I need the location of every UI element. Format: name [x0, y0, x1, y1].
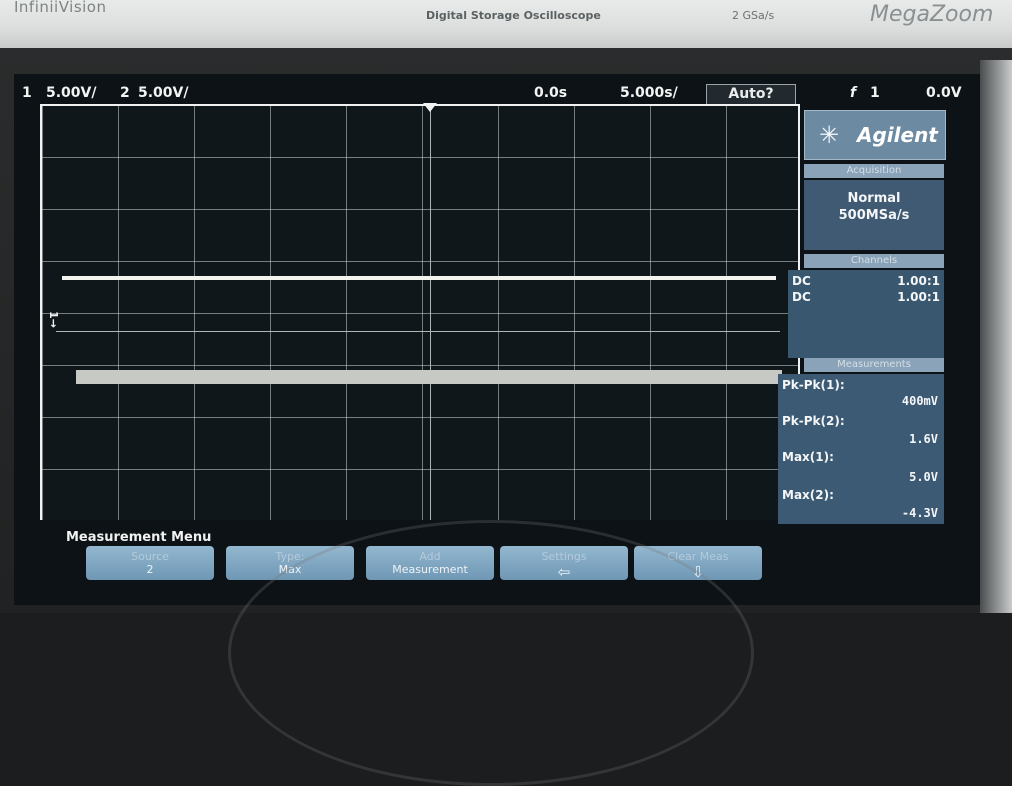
- softkey-label: Type:: [275, 550, 305, 563]
- measurement-label: Pk-Pk(1):: [782, 378, 845, 392]
- softkey-label: Source: [131, 550, 169, 563]
- measurements-section: Pk-Pk(1): 400mV Pk-Pk(2): 1.6V Max(1): 5…: [778, 374, 944, 524]
- source-softkey[interactable]: Source 2: [86, 546, 214, 580]
- agilent-spark-icon: ✳: [819, 121, 840, 149]
- brand-right-logo: MegaZoom: [870, 2, 994, 27]
- softkey-value: Measurement: [392, 563, 468, 576]
- ground-reference-marker[interactable]: 1→: [47, 311, 60, 328]
- agilent-logo: ✳ Agilent: [804, 110, 946, 160]
- time-delay[interactable]: 0.0s: [534, 85, 567, 101]
- measurement-value: -4.3V: [901, 506, 938, 520]
- measurement-label: Max(1):: [782, 450, 834, 464]
- type-softkey[interactable]: Type: Max: [226, 546, 354, 580]
- channel2-trace: [76, 370, 782, 384]
- brand-left-text: InfiniiVision: [14, 0, 107, 16]
- channel1-probe-row: DC 1.00:1: [792, 274, 940, 290]
- ch2-number[interactable]: 2: [120, 85, 130, 101]
- channel1-probe-ratio: 1.00:1: [897, 274, 940, 288]
- channel2-probe-ratio: 1.00:1: [897, 290, 940, 304]
- softkey-label: Settings: [541, 550, 587, 563]
- softkey-value: 2: [146, 563, 154, 576]
- arrow-left-icon: ⇦: [557, 563, 571, 581]
- measurements-header: Measurements: [804, 358, 944, 372]
- acquisition-header: Acquisition: [804, 164, 944, 178]
- measurement-label: Max(2):: [782, 488, 834, 502]
- graticule-center-vertical: [430, 110, 431, 520]
- acquisition-mode: Normal: [847, 191, 901, 206]
- waveform-graticule: [40, 104, 800, 520]
- measurement-value: 5.0V: [909, 470, 938, 484]
- acquisition-rate: 500MSa/s: [838, 208, 910, 223]
- trigger-position-marker[interactable]: [423, 103, 437, 112]
- right-info-panel: ✳ Agilent Acquisition Normal 500MSa/s Ch…: [778, 104, 952, 524]
- add-measurement-softkey[interactable]: Add Measurement: [366, 546, 494, 580]
- trigger-mode-button[interactable]: Auto?: [706, 84, 796, 105]
- screen-side-edge: [980, 60, 1012, 613]
- measurement-menu-title: Measurement Menu: [66, 530, 212, 545]
- clear-meas-softkey[interactable]: Clear Meas ⇩: [634, 546, 762, 581]
- channel2-coupling: DC: [792, 290, 811, 304]
- settings-softkey[interactable]: Settings ⇦: [500, 546, 628, 581]
- channels-header: Channels: [804, 254, 944, 268]
- graticule-center-horizontal: [56, 331, 780, 332]
- status-bar: 1 5.00V/ 2 5.00V/ 0.0s 5.000s/ f 1 0.0V: [14, 80, 980, 106]
- ch1-scale[interactable]: 5.00V/: [46, 85, 97, 101]
- trigger-slope-icon: f: [850, 85, 857, 101]
- channels-section: DC 1.00:1 DC 1.00:1: [788, 270, 944, 358]
- measurement-value: 400mV: [901, 394, 938, 408]
- channel1-coupling: DC: [792, 274, 811, 288]
- measurement-label: Pk-Pk(2):: [782, 414, 845, 428]
- softkey-label: Clear Meas: [667, 550, 729, 563]
- bezel-sample-rate: 2 GSa/s: [732, 9, 775, 22]
- acquisition-section: Normal 500MSa/s: [804, 180, 944, 250]
- softkey-value: Max: [278, 563, 302, 576]
- arrow-down-icon: ⇩: [691, 563, 705, 581]
- measurement-value: 1.6V: [909, 432, 938, 446]
- trigger-source[interactable]: 1: [870, 85, 880, 101]
- channel2-probe-row: DC 1.00:1: [792, 290, 940, 306]
- trigger-level[interactable]: 0.0V: [926, 85, 962, 101]
- scope-bezel-top: InfiniiVision Digital Storage Oscillosco…: [0, 0, 1012, 48]
- time-scale[interactable]: 5.000s/: [620, 85, 678, 101]
- ch1-number[interactable]: 1: [22, 85, 32, 101]
- agilent-logo-text: Agilent: [857, 123, 938, 147]
- channel1-trace: [62, 276, 776, 280]
- ch2-scale[interactable]: 5.00V/: [138, 85, 189, 101]
- softkey-label: Add: [419, 550, 441, 563]
- bezel-title: Digital Storage Oscilloscope: [426, 9, 601, 22]
